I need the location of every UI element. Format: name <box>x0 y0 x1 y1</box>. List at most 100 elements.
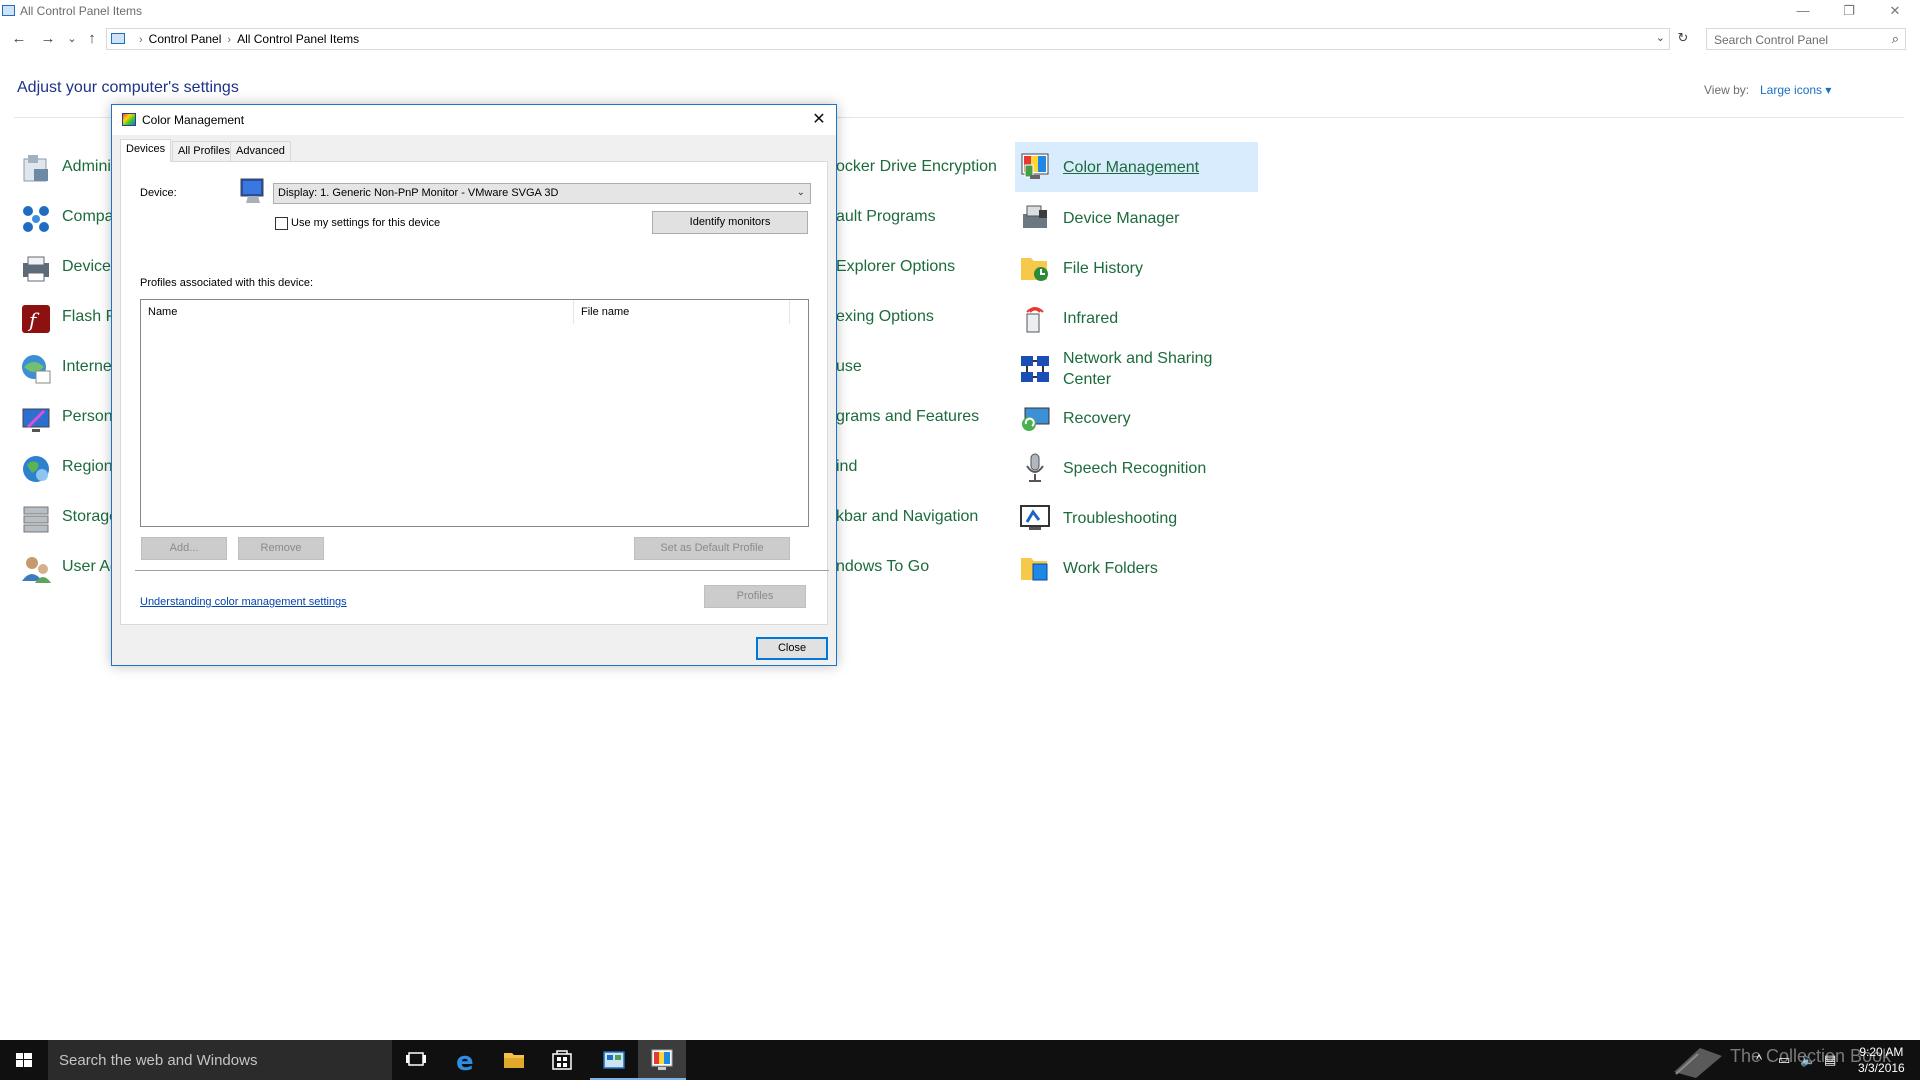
item-label: File History <box>1063 259 1144 277</box>
breadcrumb-all-items[interactable]: All Control Panel Items <box>237 32 359 46</box>
search-input[interactable]: Search Control Panel ⌕ <box>1706 28 1906 50</box>
work-folders-icon <box>1021 558 1048 581</box>
store-button[interactable] <box>538 1040 586 1080</box>
show-hidden-icons-button[interactable]: ^ <box>1756 1052 1762 1067</box>
svg-text:e: e <box>456 1047 474 1077</box>
help-link[interactable]: Understanding color management settings <box>140 596 347 608</box>
devices-and-printers-icon <box>23 256 49 282</box>
restore-button[interactable]: ❐ <box>1826 0 1872 22</box>
internet-options-icon <box>22 355 51 384</box>
item-indexing-options[interactable]: exing Options <box>836 308 934 326</box>
item-bitlocker[interactable]: ocker Drive Encryption <box>836 158 997 176</box>
back-button[interactable]: ← <box>9 29 29 49</box>
control-panel-taskbar-button[interactable] <box>590 1040 638 1080</box>
use-my-settings-label[interactable]: Use my settings for this device <box>291 217 440 229</box>
item-file-history[interactable]: File History <box>1019 248 1143 288</box>
volume-icon[interactable]: 🔈 <box>1800 1052 1816 1068</box>
recent-locations-button[interactable]: ⌄ <box>62 29 82 49</box>
folder-icon <box>504 1053 524 1068</box>
file-history-icon <box>1021 258 1048 281</box>
microphone-icon <box>1026 453 1044 482</box>
column-header-file-name[interactable]: File name <box>574 300 790 324</box>
item-troubleshooting[interactable]: Troubleshooting <box>1019 498 1177 538</box>
item-flash-player[interactable]: Flash P <box>62 308 116 326</box>
item-file-explorer-options[interactable]: Explorer Options <box>836 258 955 276</box>
profiles-list[interactable]: Name File name <box>140 299 809 527</box>
remove-button[interactable]: Remove <box>238 537 324 560</box>
item-device-manager[interactable]: Device Manager <box>1019 198 1180 238</box>
view-by-dropdown[interactable]: Large icons ▾ <box>1760 83 1831 97</box>
monitor-icon <box>240 178 264 203</box>
storage-spaces-icon <box>23 506 49 533</box>
taskbar-search-input[interactable]: Search the web and Windows <box>48 1040 392 1080</box>
item-component-services[interactable]: Compa <box>62 208 114 226</box>
dialog-title: Color Management <box>142 113 245 127</box>
item-region[interactable]: Region <box>62 458 113 476</box>
set-default-profile-button[interactable]: Set as Default Profile <box>634 537 790 560</box>
item-recovery[interactable]: Recovery <box>1019 398 1131 438</box>
navigation-bar: ← → ⌄ ↑ › Control Panel › All Control Panel… <box>0 26 1920 52</box>
item-internet-options[interactable]: Interne <box>62 358 112 376</box>
window-title: All Control Panel Items <box>20 4 143 18</box>
identify-monitors-button[interactable]: Identify monitors <box>652 211 808 234</box>
tab-devices[interactable]: Devices <box>120 139 172 162</box>
item-network-and-sharing-center[interactable]: Network and Sharing Center <box>1019 346 1223 392</box>
control-panel-icon <box>2 5 15 16</box>
tab-advanced[interactable]: Advanced <box>230 141 291 161</box>
page-title: Adjust your computer's settings <box>17 79 239 96</box>
close-button[interactable]: Close <box>756 637 828 660</box>
item-speech-recognition[interactable]: Speech Recognition <box>1019 448 1206 488</box>
item-color-management[interactable]: Color Management <box>1015 142 1258 192</box>
item-administrative-tools[interactable]: Admini <box>62 158 111 176</box>
task-view-button[interactable] <box>392 1040 440 1080</box>
breadcrumb-control-panel[interactable]: Control Panel <box>149 32 222 46</box>
item-taskbar-and-navigation[interactable]: kbar and Navigation <box>836 508 978 526</box>
window-titlebar: All Control Panel Items — ❐ ✕ <box>0 0 1920 24</box>
color-management-taskbar-button[interactable] <box>638 1040 686 1080</box>
up-button[interactable]: ↑ <box>82 29 102 49</box>
add-button[interactable]: Add... <box>141 537 227 560</box>
item-user-accounts[interactable]: User Ac <box>62 558 118 576</box>
close-window-button[interactable]: ✕ <box>1872 0 1918 22</box>
flash-player-icon: f <box>22 305 50 333</box>
administrative-tools-icon <box>23 155 48 182</box>
column-header-name[interactable]: Name <box>141 300 574 324</box>
device-dropdown[interactable]: Display: 1. Generic Non-PnP Monitor - VM… <box>273 183 811 204</box>
refresh-button[interactable]: ↻ <box>1674 30 1692 48</box>
profiles-button[interactable]: Profiles <box>704 585 806 608</box>
network-sharing-icon <box>1021 356 1049 382</box>
breadcrumb-separator: › <box>227 34 232 46</box>
tab-all-profiles[interactable]: All Profiles <box>172 141 236 161</box>
dialog-divider <box>135 570 829 571</box>
action-center-icon[interactable]: ▤ <box>1824 1052 1836 1068</box>
edge-button[interactable]: e <box>442 1040 490 1080</box>
clock[interactable]: 9:20 AM 3/3/2016 <box>1858 1044 1905 1076</box>
file-explorer-button[interactable] <box>490 1040 538 1080</box>
use-my-settings-checkbox[interactable] <box>275 217 288 230</box>
recovery-icon <box>1022 407 1050 431</box>
item-label: Infrared <box>1063 309 1119 327</box>
minimize-button[interactable]: — <box>1780 0 1826 22</box>
item-storage-spaces[interactable]: Storage <box>62 508 118 526</box>
chevron-down-icon[interactable]: ⌄ <box>1656 31 1665 44</box>
user-accounts-icon <box>22 557 51 583</box>
clock-date: 3/3/2016 <box>1858 1061 1905 1075</box>
dialog-close-icon[interactable]: ✕ <box>802 105 836 135</box>
item-infrared[interactable]: Infrared <box>1019 298 1118 338</box>
control-panel-icon <box>603 1051 625 1069</box>
forward-button[interactable]: → <box>38 29 58 49</box>
item-label: Network and Sharing Center <box>1063 350 1213 388</box>
address-bar[interactable]: › Control Panel › All Control Panel Items ⌄ <box>106 28 1670 50</box>
network-icon[interactable]: ▭ <box>1778 1052 1790 1068</box>
taskbar: Search the web and Windows e The Collect… <box>0 1040 1920 1080</box>
search-placeholder: Search Control Panel <box>1714 33 1829 47</box>
item-programs-and-features[interactable]: grams and Features <box>836 408 979 426</box>
item-windows-to-go[interactable]: ndows To Go <box>836 558 929 576</box>
item-work-folders[interactable]: Work Folders <box>1019 548 1158 588</box>
component-services-icon <box>23 206 49 232</box>
item-mouse[interactable]: use <box>836 358 862 376</box>
item-sound[interactable]: ind <box>836 458 857 476</box>
item-default-programs[interactable]: ault Programs <box>836 208 936 226</box>
start-button[interactable] <box>0 1040 48 1080</box>
search-icon[interactable]: ⌕ <box>1892 31 1899 47</box>
